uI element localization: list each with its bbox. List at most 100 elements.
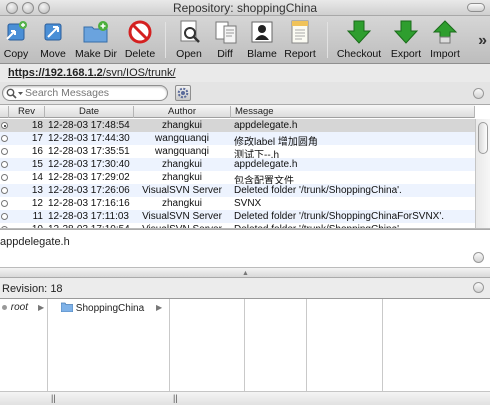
diff-button[interactable]: Diff: [212, 18, 238, 60]
checkout-label: Checkout: [336, 48, 382, 60]
column-header-message[interactable]: Message: [231, 106, 475, 118]
column-resize-handle[interactable]: ||: [51, 393, 56, 403]
row-rev-cell: 18: [31, 119, 43, 131]
browser-item-root-label: root: [10, 302, 29, 313]
search-input[interactable]: [25, 87, 165, 99]
row-author-cell: zhangkui: [161, 197, 203, 209]
copy-button[interactable]: Copy: [2, 18, 30, 60]
toolbar-separator: [165, 22, 166, 58]
row-radio-button[interactable]: [1, 174, 8, 181]
log-table-body: 18 12-28-03 17:48:54 zhangkui appdelegate.h…: [0, 119, 475, 229]
row-rev-cell: 17: [31, 132, 43, 144]
row-radio-button[interactable]: [1, 213, 8, 220]
browser-item-folder-label: ShoppingChina: [75, 303, 145, 314]
toolbar-toggle-button[interactable]: [467, 3, 485, 12]
move-button[interactable]: Move: [38, 18, 68, 60]
column-header-author[interactable]: Author: [134, 106, 231, 118]
chevron-right-icon: ▶: [38, 303, 45, 312]
browser-item-folder[interactable]: ShoppingChina: [60, 302, 145, 314]
column-resize-handle[interactable]: ||: [173, 393, 178, 403]
row-author-cell: zhangkui: [161, 171, 203, 183]
open-button[interactable]: Open: [175, 18, 203, 60]
log-table: Rev Date Author Message 18 12-28-03 17:48…: [0, 104, 490, 229]
url-branch[interactable]: trunk: [148, 67, 172, 79]
table-row[interactable]: 13 12-28-03 17:26:06 VisualSVN Server Delet…: [0, 184, 475, 197]
table-row[interactable]: 17 12-28-03 17:44:30 wangquanqi 修改label 增加圆…: [0, 132, 475, 148]
table-row[interactable]: 11 12-28-03 17:11:03 VisualSVN Server Delet…: [0, 210, 475, 223]
make-dir-button[interactable]: Make Dir: [74, 18, 118, 60]
row-date-cell: 12-28-03 17:48:54: [48, 119, 130, 131]
row-message-cell: appdelegate.h: [234, 119, 298, 131]
import-button[interactable]: Import: [428, 18, 462, 60]
log-vertical-scrollbar[interactable]: [475, 119, 490, 229]
revision-text: Revision: 18: [2, 283, 63, 295]
url-path: /svn/IOS/: [102, 67, 149, 79]
toolbar-separator: [327, 22, 328, 58]
row-radio-button[interactable]: [1, 187, 8, 194]
table-row[interactable]: 16 12-28-03 17:35:51 wangquanqi 测试下--.h: [0, 145, 475, 161]
message-detail-pane: appdelegate.h: [0, 229, 490, 267]
checkout-icon: [345, 18, 373, 45]
search-icon[interactable]: [6, 88, 24, 99]
revision-toggle-button[interactable]: [473, 282, 484, 293]
row-date-cell: 12-28-03 17:30:40: [48, 158, 130, 170]
browser-horizontal-scrollbar[interactable]: || ||: [0, 391, 490, 405]
table-row[interactable]: 18 12-28-03 17:48:54 zhangkui appdelegate.h: [0, 119, 475, 132]
log-table-header: Rev Date Author Message: [0, 105, 475, 118]
row-radio-button[interactable]: [1, 148, 8, 155]
search-field[interactable]: [2, 85, 168, 101]
log-scroll-thumb[interactable]: [478, 122, 488, 154]
copy-label: Copy: [3, 48, 29, 60]
row-message-cell: Deleted folder '/trunk/ShoppingChinaForS…: [234, 210, 445, 222]
browser-column-6: [383, 299, 490, 391]
revision-bar: Revision: 18: [0, 278, 490, 298]
delete-button[interactable]: Delete: [124, 18, 156, 60]
row-rev-cell: 16: [31, 145, 43, 157]
diff-label: Diff: [217, 48, 233, 60]
blame-button[interactable]: Blame: [246, 18, 278, 60]
row-message-cell: appdelegate.h: [234, 158, 298, 170]
detail-toggle-button[interactable]: [473, 252, 484, 263]
blame-icon: [248, 18, 276, 45]
table-row[interactable]: 15 12-28-03 17:30:40 zhangkui appdelegate.h: [0, 158, 475, 171]
column-header-rev[interactable]: Rev: [9, 106, 45, 118]
revision-value: 18: [50, 283, 63, 295]
root-icon: [2, 304, 7, 310]
report-button[interactable]: Report: [284, 18, 316, 60]
refresh-log-button[interactable]: [473, 88, 484, 99]
repository-url[interactable]: https://192.168.1.2/svn/IOS/trunk/: [8, 67, 176, 79]
column-header-date[interactable]: Date: [45, 106, 134, 118]
repository-browser: root ▶ ShoppingChina ▶ || ||: [0, 298, 490, 406]
browser-column-trunk: ShoppingChina ▶: [48, 299, 170, 391]
url-tail: /: [172, 67, 176, 79]
table-row[interactable]: 14 12-28-03 17:29:02 zhangkui 包含配置文件: [0, 171, 475, 187]
browser-item-root[interactable]: root: [1, 302, 28, 314]
search-row: [0, 82, 490, 104]
export-label: Export: [390, 48, 422, 60]
row-radio-button[interactable]: [1, 135, 8, 142]
search-options-button[interactable]: [175, 85, 191, 101]
row-radio-button[interactable]: [1, 161, 8, 168]
open-icon: [175, 18, 203, 45]
row-radio-button[interactable]: [1, 122, 8, 129]
move-icon: [39, 18, 67, 45]
row-message-cell: SVNX: [234, 197, 262, 209]
row-author-cell: VisualSVN Server: [142, 210, 222, 222]
diff-icon: [212, 18, 240, 45]
row-author-cell: zhangkui: [161, 119, 203, 131]
repository-path-bar: https://192.168.1.2/svn/IOS/trunk/: [0, 64, 490, 82]
delete-label: Delete: [124, 48, 156, 60]
export-button[interactable]: Export: [388, 18, 424, 60]
report-icon: [286, 18, 314, 45]
table-row[interactable]: 12 12-28-03 17:16:16 zhangkui SVNX: [0, 197, 475, 210]
column-header-checkbox[interactable]: [0, 106, 9, 118]
checkout-button[interactable]: Checkout: [336, 18, 382, 60]
pane-splitter[interactable]: ▲: [0, 267, 490, 278]
row-author-cell: wangquanqi: [155, 145, 209, 157]
toolbar: Copy Move Make Dir Delete Open Diff Blam…: [0, 16, 490, 64]
toolbar-overflow-button[interactable]: »: [478, 32, 487, 50]
message-detail-text[interactable]: appdelegate.h: [0, 236, 70, 248]
splitter-grip-icon: ▲: [242, 270, 249, 277]
row-radio-button[interactable]: [1, 200, 8, 207]
row-author-cell: wangquanqi: [155, 132, 209, 144]
